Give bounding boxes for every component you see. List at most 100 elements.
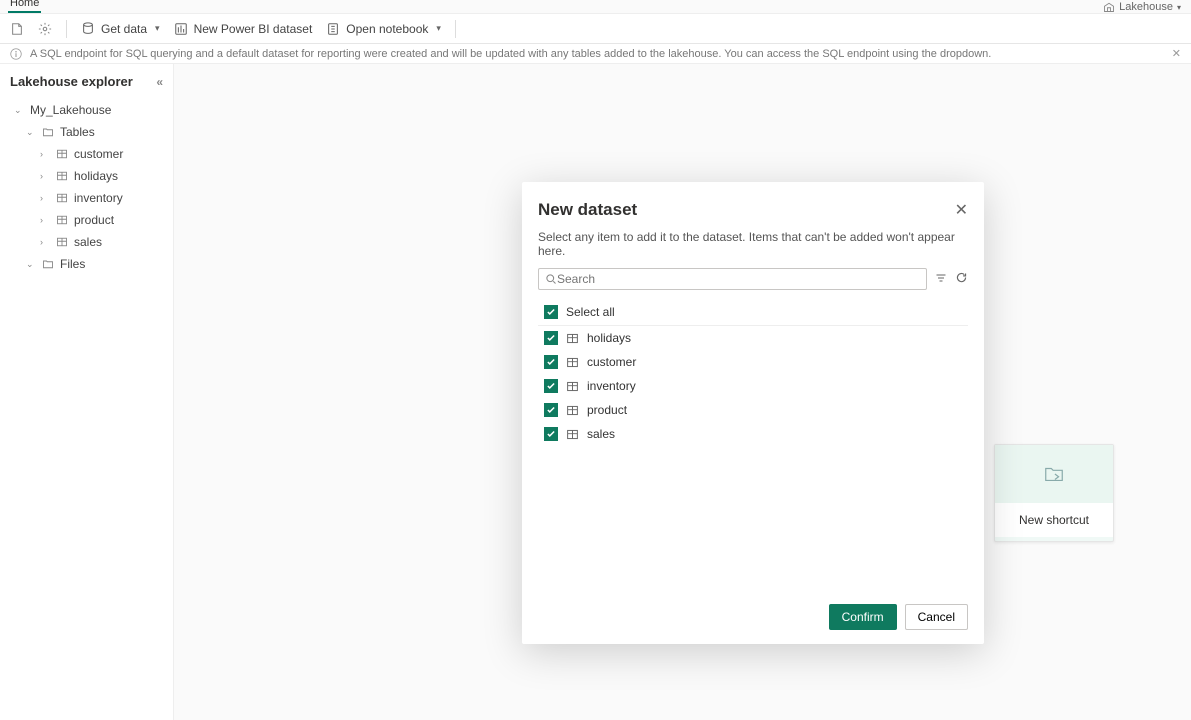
select-all-label: Select all	[566, 305, 615, 319]
chevron-right-icon: ›	[40, 193, 50, 203]
info-banner: A SQL endpoint for SQL querying and a de…	[0, 44, 1191, 64]
page-plus-icon	[10, 22, 24, 36]
new-dataset-label: New Power BI dataset	[194, 22, 313, 36]
checkbox-checked[interactable]	[544, 331, 558, 345]
get-data-button[interactable]: Get data ▾	[81, 22, 160, 36]
cancel-button[interactable]: Cancel	[905, 604, 968, 630]
table-icon	[56, 170, 68, 182]
chevron-right-icon: ›	[40, 149, 50, 159]
workspace-label: Lakehouse	[1119, 1, 1173, 13]
tree-table-item[interactable]: › product	[0, 209, 173, 231]
modal-subtitle: Select any item to add it to the dataset…	[538, 230, 968, 258]
new-shortcut-label: New shortcut	[995, 503, 1113, 537]
select-all-row[interactable]: Select all	[538, 300, 968, 326]
tree-table-item[interactable]: › inventory	[0, 187, 173, 209]
chevron-right-icon: ›	[40, 215, 50, 225]
folder-icon	[42, 126, 54, 138]
tree-table-label: sales	[74, 235, 102, 249]
open-notebook-button[interactable]: Open notebook ▾	[326, 22, 441, 36]
table-icon	[566, 428, 579, 441]
table-icon	[56, 192, 68, 204]
dataset-item-label: sales	[587, 427, 615, 441]
content-area: New shortcut New dataset ✕ Select any it…	[174, 64, 1191, 720]
tab-home[interactable]: Home	[8, 0, 41, 13]
tree-table-label: holidays	[74, 169, 118, 183]
check-icon	[546, 405, 556, 415]
close-banner-button[interactable]: ✕	[1172, 47, 1181, 60]
modal-title: New dataset	[538, 200, 637, 220]
ribbon-new-file-button[interactable]	[10, 22, 24, 36]
main-area: Lakehouse explorer « ⌄ My_Lakehouse ⌄ Ta…	[0, 64, 1191, 720]
search-input-wrapper[interactable]	[538, 268, 927, 290]
get-data-label: Get data	[101, 22, 147, 36]
new-dataset-modal: New dataset ✕ Select any item to add it …	[522, 182, 984, 644]
tree-table-label: customer	[74, 147, 123, 161]
chevron-right-icon: ›	[40, 237, 50, 247]
tree-table-label: product	[74, 213, 114, 227]
open-notebook-label: Open notebook	[346, 22, 428, 36]
database-down-icon	[81, 22, 95, 36]
collapse-sidebar-button[interactable]: «	[156, 75, 163, 89]
refresh-button[interactable]	[955, 271, 968, 287]
workspace-badge[interactable]: Lakehouse ▾	[1103, 1, 1191, 13]
checkbox-checked[interactable]	[544, 355, 558, 369]
search-icon	[545, 273, 557, 285]
checkbox-checked[interactable]	[544, 379, 558, 393]
new-shortcut-card[interactable]: New shortcut	[994, 444, 1114, 542]
explorer-tree: ⌄ My_Lakehouse ⌄ Tables › customer › hol…	[0, 99, 173, 275]
ribbon-toolbar: Get data ▾ New Power BI dataset Open not…	[0, 14, 1191, 44]
tree-table-label: inventory	[74, 191, 123, 205]
search-input[interactable]	[557, 272, 920, 286]
tree-root-label: My_Lakehouse	[30, 103, 111, 117]
table-icon	[566, 404, 579, 417]
tree-root-lakehouse[interactable]: ⌄ My_Lakehouse	[0, 99, 173, 121]
chevron-down-icon: ▾	[155, 23, 160, 34]
tree-table-item[interactable]: › customer	[0, 143, 173, 165]
check-icon	[546, 357, 556, 367]
sidebar-title: Lakehouse explorer	[10, 74, 133, 89]
dataset-item-row[interactable]: customer	[538, 350, 968, 374]
shortcut-folder-icon	[1043, 463, 1065, 485]
confirm-button[interactable]: Confirm	[829, 604, 897, 630]
dataset-icon	[174, 22, 188, 36]
dataset-item-row[interactable]: sales	[538, 422, 968, 446]
tree-table-item[interactable]: › sales	[0, 231, 173, 253]
app-top-tabs: Home Lakehouse ▾	[0, 0, 1191, 14]
new-powerbi-dataset-button[interactable]: New Power BI dataset	[174, 22, 313, 36]
table-icon	[566, 356, 579, 369]
gear-icon	[38, 22, 52, 36]
check-icon	[546, 333, 556, 343]
separator	[455, 20, 456, 38]
chevron-down-icon: ⌄	[26, 127, 36, 138]
lakehouse-icon	[1103, 1, 1115, 13]
dataset-item-list: Select all holidays customer inventory	[538, 300, 968, 446]
chevron-down-icon: ⌄	[26, 259, 36, 270]
ribbon-settings-button[interactable]	[38, 22, 52, 36]
dataset-item-row[interactable]: holidays	[538, 326, 968, 350]
dataset-item-row[interactable]: inventory	[538, 374, 968, 398]
folder-icon	[42, 258, 54, 270]
chevron-down-icon: ▾	[1177, 3, 1181, 12]
refresh-icon	[955, 271, 968, 284]
tree-tables-label: Tables	[60, 125, 95, 139]
filter-button[interactable]	[935, 272, 947, 287]
modal-close-button[interactable]: ✕	[955, 200, 968, 220]
tree-files-folder[interactable]: ⌄ Files	[0, 253, 173, 275]
checkbox-checked[interactable]	[544, 305, 558, 319]
table-icon	[566, 332, 579, 345]
tree-tables-folder[interactable]: ⌄ Tables	[0, 121, 173, 143]
tree-table-item[interactable]: › holidays	[0, 165, 173, 187]
dataset-item-label: inventory	[587, 379, 636, 393]
checkbox-checked[interactable]	[544, 427, 558, 441]
separator	[66, 20, 67, 38]
info-banner-text: A SQL endpoint for SQL querying and a de…	[30, 48, 991, 60]
chevron-down-icon: ⌄	[14, 105, 24, 116]
lakehouse-explorer-panel: Lakehouse explorer « ⌄ My_Lakehouse ⌄ Ta…	[0, 64, 174, 720]
checkbox-checked[interactable]	[544, 403, 558, 417]
check-icon	[546, 381, 556, 391]
dataset-item-row[interactable]: product	[538, 398, 968, 422]
dataset-item-label: holidays	[587, 331, 631, 345]
notebook-icon	[326, 22, 340, 36]
table-icon	[56, 236, 68, 248]
table-icon	[56, 214, 68, 226]
